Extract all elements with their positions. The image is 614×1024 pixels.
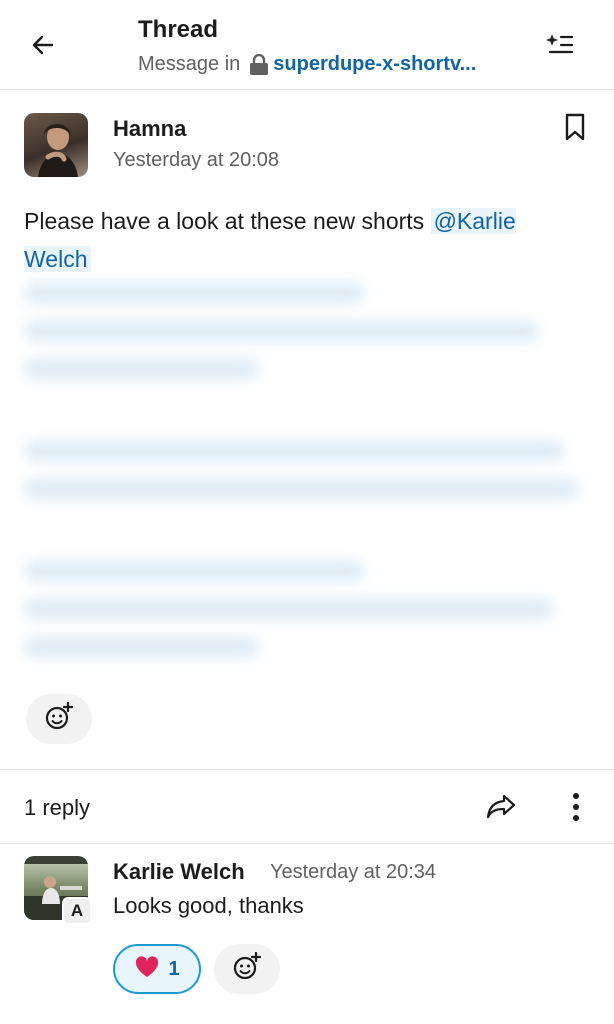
arrow-left-icon [30, 32, 56, 63]
summarize-button[interactable] [542, 30, 576, 64]
more-vertical-icon [572, 792, 580, 827]
message-text: Please have a look at these new shorts [24, 208, 431, 234]
reply-author[interactable]: Karlie Welch [113, 859, 245, 885]
avatar-hamna[interactable] [24, 113, 88, 177]
divider [0, 769, 614, 770]
message-timestamp[interactable]: Yesterday at 20:08 [113, 149, 279, 172]
message-body: Please have a look at these new shorts @… [24, 202, 584, 278]
emoji-add-icon [44, 701, 74, 737]
channel-link[interactable]: superdupe-x-shortv... [273, 53, 476, 76]
message-author[interactable]: Hamna [113, 116, 186, 142]
heart-emoji-icon [134, 955, 160, 984]
divider [0, 843, 614, 844]
workspace-badge: A [62, 897, 92, 925]
more-actions-button[interactable] [563, 790, 589, 828]
share-arrow-icon [485, 793, 517, 826]
lock-icon [249, 53, 269, 76]
blurred-link-line [24, 478, 579, 500]
reaction-count: 1 [168, 957, 180, 980]
emoji-add-icon [232, 951, 262, 987]
share-button[interactable] [484, 792, 518, 826]
reply-count[interactable]: 1 reply [24, 795, 90, 821]
add-reaction-button[interactable] [26, 694, 92, 744]
back-button[interactable] [26, 30, 60, 64]
blurred-link-line [24, 358, 259, 380]
subtitle-prefix: Message in [138, 53, 241, 75]
page-title: Thread [138, 16, 219, 43]
blurred-link-line [24, 320, 539, 342]
reply-timestamp[interactable]: Yesterday at 20:34 [270, 861, 436, 884]
reply-text: Looks good, thanks [113, 893, 304, 918]
sparkle-list-icon [544, 31, 574, 64]
blurred-link-line [24, 598, 554, 620]
thread-header: Thread Message in superdupe-x-shortv... [0, 0, 614, 90]
blurred-link-line [24, 282, 364, 304]
blurred-link-line [24, 636, 259, 658]
save-for-later-button[interactable] [560, 112, 590, 146]
add-reaction-button[interactable] [214, 944, 280, 994]
thread-subtitle: Message in superdupe-x-shortv... [138, 53, 476, 76]
blurred-link-line [24, 440, 564, 462]
blurred-links [24, 282, 584, 674]
heart-reaction[interactable]: 1 [113, 944, 201, 994]
blurred-link-line [24, 560, 364, 582]
bookmark-icon [564, 112, 586, 147]
